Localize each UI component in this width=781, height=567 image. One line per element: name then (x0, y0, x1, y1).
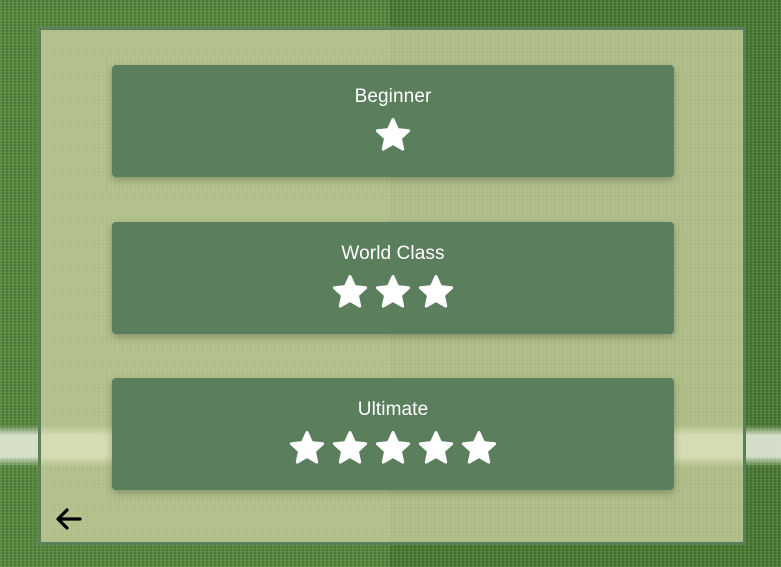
level-card-beginner[interactable]: Beginner (112, 65, 674, 177)
level-card-title: World Class (341, 243, 445, 264)
star-icon (332, 275, 368, 308)
star-icon (289, 431, 325, 464)
level-card-ultimate[interactable]: Ultimate (112, 378, 674, 490)
difficulty-panel: Beginner World Class Ultimate (38, 27, 746, 545)
star-icon (375, 275, 411, 308)
star-icon (418, 275, 454, 308)
level-card-title: Beginner (354, 86, 432, 107)
arrow-left-icon (56, 508, 82, 530)
level-card-title: Ultimate (357, 399, 429, 420)
star-icon (332, 431, 368, 464)
star-rating (330, 273, 456, 313)
star-rating (287, 429, 499, 469)
star-icon (375, 431, 411, 464)
star-rating (373, 116, 413, 156)
star-icon (461, 431, 497, 464)
level-card-world-class[interactable]: World Class (112, 222, 674, 334)
back-button[interactable] (53, 504, 83, 534)
star-icon (418, 431, 454, 464)
star-icon (375, 118, 411, 151)
